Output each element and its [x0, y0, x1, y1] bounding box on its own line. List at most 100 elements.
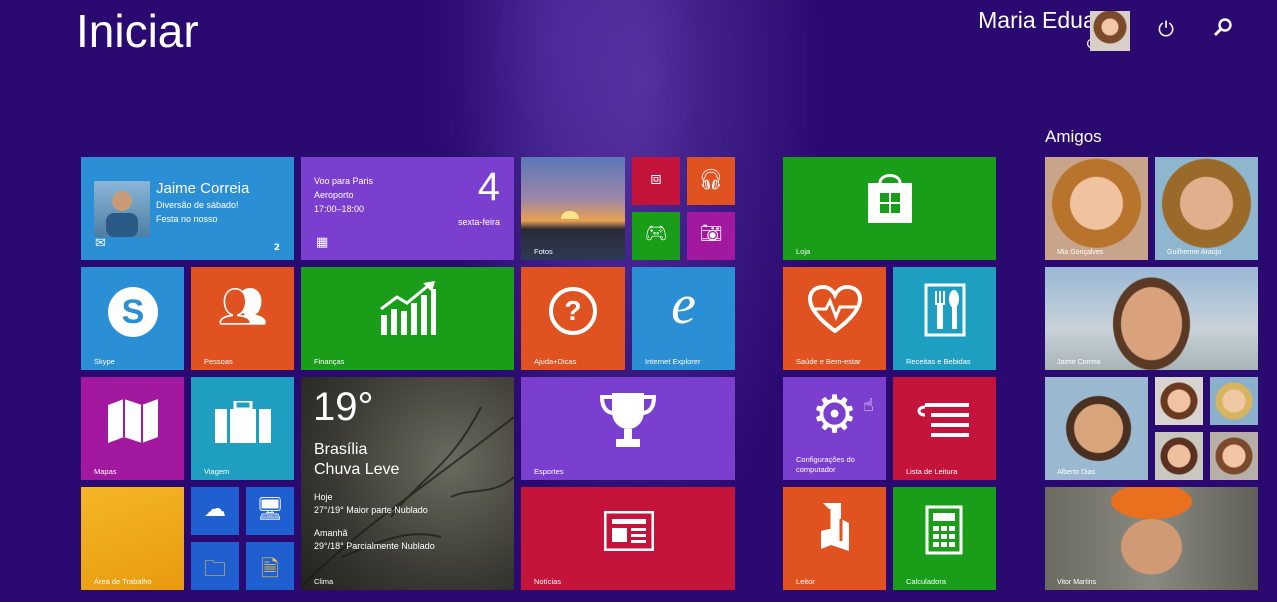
search-icon[interactable] [1210, 16, 1236, 42]
friend-tile[interactable]: Alberto Dias [1045, 377, 1148, 480]
computer-tile[interactable]: 🖥︎ [246, 487, 294, 535]
recipes-tile[interactable]: Receitas e Bebidas [893, 267, 996, 370]
reader-tile[interactable]: Leitor [783, 487, 886, 590]
weather-condition: Chuva Leve [314, 461, 400, 478]
friend-name: Mia Gonçalves [1057, 249, 1104, 256]
store-tile[interactable]: Loja [783, 157, 996, 260]
calendar-weekday: sexta-feira [457, 217, 500, 227]
weather-temp: 19° [313, 385, 374, 429]
mail-count: 2 [273, 243, 280, 253]
heart-icon [808, 285, 862, 333]
friend-thumb[interactable] [1155, 377, 1203, 425]
sports-label: Esportes [534, 467, 564, 476]
contact-photo [94, 181, 150, 237]
skype-icon: S [108, 287, 158, 337]
internet-explorer-icon: e [671, 274, 696, 336]
travel-tile[interactable]: Viagem [191, 377, 294, 480]
avatar[interactable] [1090, 11, 1130, 51]
video-tile[interactable]: ⧈ [632, 157, 680, 205]
computer-icon: 🖥︎ [256, 497, 284, 522]
documents-tile[interactable]: 🗎︎ [246, 542, 294, 590]
reading-list-label: Lista de Leitura [906, 467, 958, 476]
news-label: Notícias [534, 577, 562, 586]
map-icon [108, 399, 158, 443]
camera-tile[interactable]: 📷︎ [687, 212, 735, 260]
gamepad-icon: 🎮︎ [644, 223, 668, 244]
friend-thumb[interactable] [1210, 377, 1258, 425]
sports-tile[interactable]: Esportes [521, 377, 735, 480]
mouse-cursor: ☝ [863, 395, 874, 416]
desktop-label: Área de Trabalho [94, 577, 152, 586]
settings-tile[interactable]: ⚙ Configurações do computador ☝ [783, 377, 886, 480]
people-tile[interactable]: 👥︎ Pessoas [191, 267, 294, 370]
maps-label: Mapas [94, 467, 117, 476]
recipes-label: Receitas e Bebidas [906, 357, 971, 366]
onedrive-tile[interactable]: ☁ [191, 487, 239, 535]
friend-tile[interactable]: Guilherme Araújo [1155, 157, 1258, 260]
cutlery-icon [924, 283, 966, 337]
music-tile[interactable]: 🎧︎ [687, 157, 735, 205]
friend-name: Guilherme Araújo [1167, 249, 1222, 256]
health-tile[interactable]: Saúde e Bem-estar [783, 267, 886, 370]
travel-label: Viagem [204, 467, 230, 476]
power-icon[interactable]: ⏻ [1153, 16, 1179, 42]
friend-tile[interactable]: Vitor Martins [1045, 487, 1258, 590]
calculator-icon [925, 505, 963, 555]
weather-city: Brasília [314, 441, 368, 458]
calendar-day: 4 [477, 165, 500, 209]
photos-label: Fotos [534, 247, 553, 256]
reading-list-icon [917, 403, 969, 437]
reader-label: Leitor [796, 577, 815, 586]
explorer-tile[interactable]: 🗀︎ [191, 542, 239, 590]
ie-label: Internet Explorer [645, 357, 701, 366]
mail-preview: Festa no nosso [156, 214, 218, 224]
friend-thumb[interactable] [1155, 432, 1203, 480]
desktop-tile[interactable]: Área de Trabalho [81, 487, 184, 590]
calendar-event: Voo para Paris [314, 176, 374, 186]
help-tile[interactable]: ? Ajuda+Dicas [521, 267, 625, 370]
weather-tomorrow-label: Amanhã [314, 528, 348, 538]
health-label: Saúde e Bem-estar [796, 357, 861, 366]
finance-label: Finanças [314, 357, 345, 366]
people-icon: 👥︎ [217, 284, 268, 330]
friend-tile[interactable]: Mia Gonçalves [1045, 157, 1148, 260]
friend-thumb[interactable] [1210, 432, 1258, 480]
ie-tile[interactable]: e Internet Explorer [632, 267, 735, 370]
calendar-location: Aeroporto [314, 190, 354, 200]
cloud-icon: ☁ [204, 497, 226, 522]
reader-icon [821, 503, 849, 551]
mail-subject: Diversão de sábado! [156, 200, 239, 210]
trophy-icon [600, 393, 656, 447]
chart-icon [380, 281, 436, 335]
weather-tile[interactable]: 19° Brasília Chuva Leve Hoje 27°/19° Mai… [301, 377, 514, 590]
friend-name: Jaime Correia [1057, 359, 1101, 366]
friends-group-title: Amigos [1045, 127, 1102, 146]
weather-today: 27°/19° Maior parte Nublado [314, 505, 428, 515]
sunset-sun [561, 211, 579, 219]
suitcase-icon [215, 401, 271, 443]
friend-name: Alberto Dias [1057, 469, 1096, 476]
mail-icon: ✉ [95, 236, 106, 251]
calendar-time: 17:00–18:00 [314, 204, 365, 214]
mail-sender: Jaime Correia [156, 180, 250, 197]
calculator-tile[interactable]: Calculadora [893, 487, 996, 590]
games-tile[interactable]: 🎮︎ [632, 212, 680, 260]
video-icon: ⧈ [650, 168, 662, 189]
photos-tile[interactable]: Fotos [521, 157, 625, 260]
headphones-icon: 🎧︎ [698, 167, 724, 191]
friend-tile[interactable]: Jaime Correia [1045, 267, 1258, 370]
newspaper-icon [604, 511, 654, 551]
page-title: Iniciar [76, 5, 199, 57]
skype-tile[interactable]: S Skype [81, 267, 184, 370]
store-label: Loja [796, 247, 811, 256]
reading-list-tile[interactable]: Lista de Leitura [893, 377, 996, 480]
news-tile[interactable]: Notícias [521, 487, 735, 590]
people-label: Pessoas [204, 357, 233, 366]
calendar-tile[interactable]: Voo para Paris Aeroporto 17:00–18:00 4 s… [301, 157, 514, 260]
mail-tile[interactable]: Jaime Correia Diversão de sábado! Festa … [81, 157, 294, 260]
document-icon: 🗎︎ [261, 557, 279, 582]
finance-tile[interactable]: Finanças [301, 267, 514, 370]
store-icon [868, 174, 912, 223]
calculator-label: Calculadora [906, 577, 947, 586]
maps-tile[interactable]: Mapas [81, 377, 184, 480]
